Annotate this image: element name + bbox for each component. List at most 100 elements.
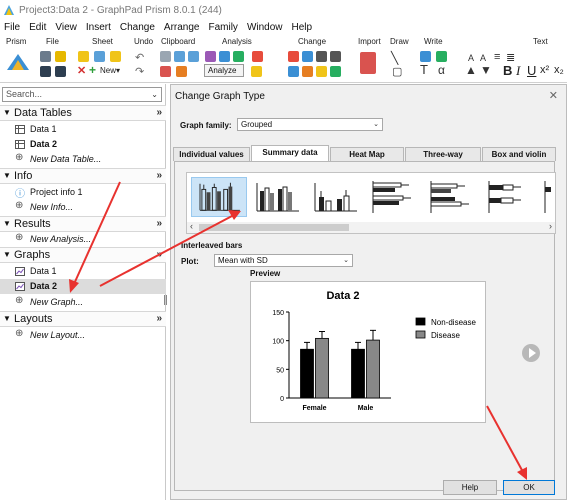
graph-type-horizontal-bars[interactable] xyxy=(365,177,421,217)
analysis-icon[interactable] xyxy=(205,51,216,62)
format-graph-icon[interactable] xyxy=(288,66,299,77)
clipboard-icon[interactable] xyxy=(176,66,187,77)
wand-icon[interactable] xyxy=(251,66,262,77)
ok-button[interactable]: OK xyxy=(503,480,555,495)
graph-type-short-bars[interactable] xyxy=(307,177,363,217)
graph-chart-icon[interactable] xyxy=(252,51,263,62)
tab-heat-map[interactable]: Heat Map xyxy=(330,147,404,161)
search-input[interactable]: Search... ⌄ xyxy=(2,87,162,102)
undo-icon[interactable]: ↶ xyxy=(135,51,144,64)
save-icon[interactable] xyxy=(40,66,51,77)
nav-item-project-info-1[interactable]: ⓘ Project info 1 xyxy=(0,185,166,200)
nav-item-data-2[interactable]: Data 2 xyxy=(0,137,166,152)
font-size-icon[interactable]: A xyxy=(468,53,474,63)
delete-sheet-icon[interactable]: ✕ xyxy=(77,64,86,77)
save-as-icon[interactable] xyxy=(55,66,66,77)
import-image-icon[interactable] xyxy=(360,52,376,74)
scroll-right-icon[interactable]: › xyxy=(549,221,552,231)
new-project-icon[interactable] xyxy=(40,51,51,62)
change-symbol-icon[interactable] xyxy=(330,51,341,62)
double-chevron-icon[interactable]: » xyxy=(156,313,162,324)
chevron-down-icon[interactable]: ▾ xyxy=(116,66,120,75)
format-axes-icon[interactable] xyxy=(302,66,313,77)
section-graphs[interactable]: ▼ Graphs » xyxy=(0,247,166,263)
line-draw-icon[interactable]: ╲ xyxy=(391,51,398,65)
transform-icon[interactable] xyxy=(219,51,230,62)
graph-type-bars-grouped[interactable] xyxy=(249,177,305,217)
text-box-icon[interactable] xyxy=(420,51,431,62)
gallery-scrollbar[interactable]: ‹ › xyxy=(187,221,555,233)
plot-select[interactable]: Mean with SD ⌄ xyxy=(214,254,353,267)
nav-item-new-data-table[interactable]: ⊕ New Data Table... xyxy=(0,152,166,167)
copy-icon[interactable] xyxy=(174,51,185,62)
help-button[interactable]: Help xyxy=(443,480,497,495)
cut-icon[interactable] xyxy=(160,51,171,62)
superscript-button[interactable]: x² xyxy=(540,64,549,76)
menu-view[interactable]: View xyxy=(55,22,77,33)
subscript-button[interactable]: x₂ xyxy=(554,64,564,76)
close-icon[interactable]: ✕ xyxy=(549,89,558,102)
double-chevron-icon[interactable]: » xyxy=(156,249,162,260)
nav-item-data-1[interactable]: Data 1 xyxy=(0,122,166,137)
collapse-arrow-icon[interactable]: ▼ xyxy=(3,108,11,118)
nav-item-new-info[interactable]: ⊕ New Info... xyxy=(0,200,166,215)
change-graph-icon[interactable] xyxy=(288,51,299,62)
fit-curve-icon[interactable] xyxy=(233,51,244,62)
menu-family[interactable]: Family xyxy=(208,22,237,33)
pen-icon[interactable] xyxy=(78,51,89,62)
tab-box-and-violin[interactable]: Box and violin xyxy=(482,147,556,161)
graph-type-horizontal-interleaved[interactable] xyxy=(423,177,479,217)
change-color-icon[interactable] xyxy=(302,51,313,62)
graph-type-horizontal-stacked[interactable] xyxy=(481,177,537,217)
tab-summary-data[interactable]: Summary data xyxy=(251,145,329,161)
plus-icon[interactable]: + xyxy=(89,63,96,77)
collapse-arrow-icon[interactable]: ▼ xyxy=(3,219,11,229)
nav-item-new-analysis[interactable]: ⊕ New Analysis... xyxy=(0,232,166,247)
tab-three-way[interactable]: Three-way xyxy=(405,147,481,161)
insert-object-icon[interactable] xyxy=(436,51,447,62)
menu-window[interactable]: Window xyxy=(247,22,283,33)
menu-change[interactable]: Change xyxy=(120,22,155,33)
menu-help[interactable]: Help xyxy=(292,22,313,33)
paste-special-icon[interactable] xyxy=(160,66,171,77)
collapse-arrow-icon[interactable]: ▼ xyxy=(3,314,11,324)
prism-home-icon[interactable] xyxy=(6,53,30,71)
graph-family-select[interactable]: Grouped ⌄ xyxy=(237,118,383,131)
menu-insert[interactable]: Insert xyxy=(86,22,111,33)
new-button[interactable]: New xyxy=(100,66,116,75)
splitter-handle[interactable] xyxy=(164,295,167,305)
chevron-down-icon[interactable]: ⌄ xyxy=(151,88,158,101)
play-icon[interactable] xyxy=(522,344,540,362)
color-fill-icon[interactable] xyxy=(316,66,327,77)
align-icon[interactable]: ≡ xyxy=(494,51,500,63)
double-chevron-icon[interactable]: » xyxy=(156,107,162,118)
text-tool-icon[interactable]: T xyxy=(420,62,428,77)
collapse-arrow-icon[interactable]: ▼ xyxy=(3,250,11,260)
italic-button[interactable]: I xyxy=(516,63,520,79)
scrollbar-thumb[interactable] xyxy=(199,224,349,231)
nav-item-graph-data-1[interactable]: Data 1 xyxy=(0,264,166,279)
bold-button[interactable]: B xyxy=(503,63,512,78)
menu-file[interactable]: File xyxy=(4,22,20,33)
double-chevron-icon[interactable]: » xyxy=(156,170,162,181)
shape-draw-icon[interactable]: ▢ xyxy=(392,65,402,78)
double-chevron-icon[interactable]: » xyxy=(156,218,162,229)
section-results[interactable]: ▼ Results » xyxy=(0,216,166,232)
open-folder-icon[interactable] xyxy=(55,51,66,62)
underline-button[interactable]: U xyxy=(527,63,536,78)
legend-icon[interactable] xyxy=(330,66,341,77)
redo-icon[interactable]: ↷ xyxy=(135,65,144,78)
change-axis-icon[interactable] xyxy=(316,51,327,62)
section-data-tables[interactable]: ▼ Data Tables » xyxy=(0,105,166,121)
paste-icon[interactable] xyxy=(188,51,199,62)
scroll-left-icon[interactable]: ‹ xyxy=(190,221,193,231)
font-color-icon[interactable]: ▲ xyxy=(465,63,477,77)
highlight-icon[interactable]: ▼ xyxy=(480,63,492,77)
nav-item-graph-data-2[interactable]: Data 2 xyxy=(0,279,166,294)
graph-type-interleaved-bars[interactable] xyxy=(191,177,247,217)
menu-arrange[interactable]: Arrange xyxy=(164,22,200,33)
menu-edit[interactable]: Edit xyxy=(29,22,46,33)
section-layouts[interactable]: ▼ Layouts » xyxy=(0,311,166,327)
analyze-button[interactable]: Analyze xyxy=(204,64,244,77)
collapse-arrow-icon[interactable]: ▼ xyxy=(3,171,11,181)
